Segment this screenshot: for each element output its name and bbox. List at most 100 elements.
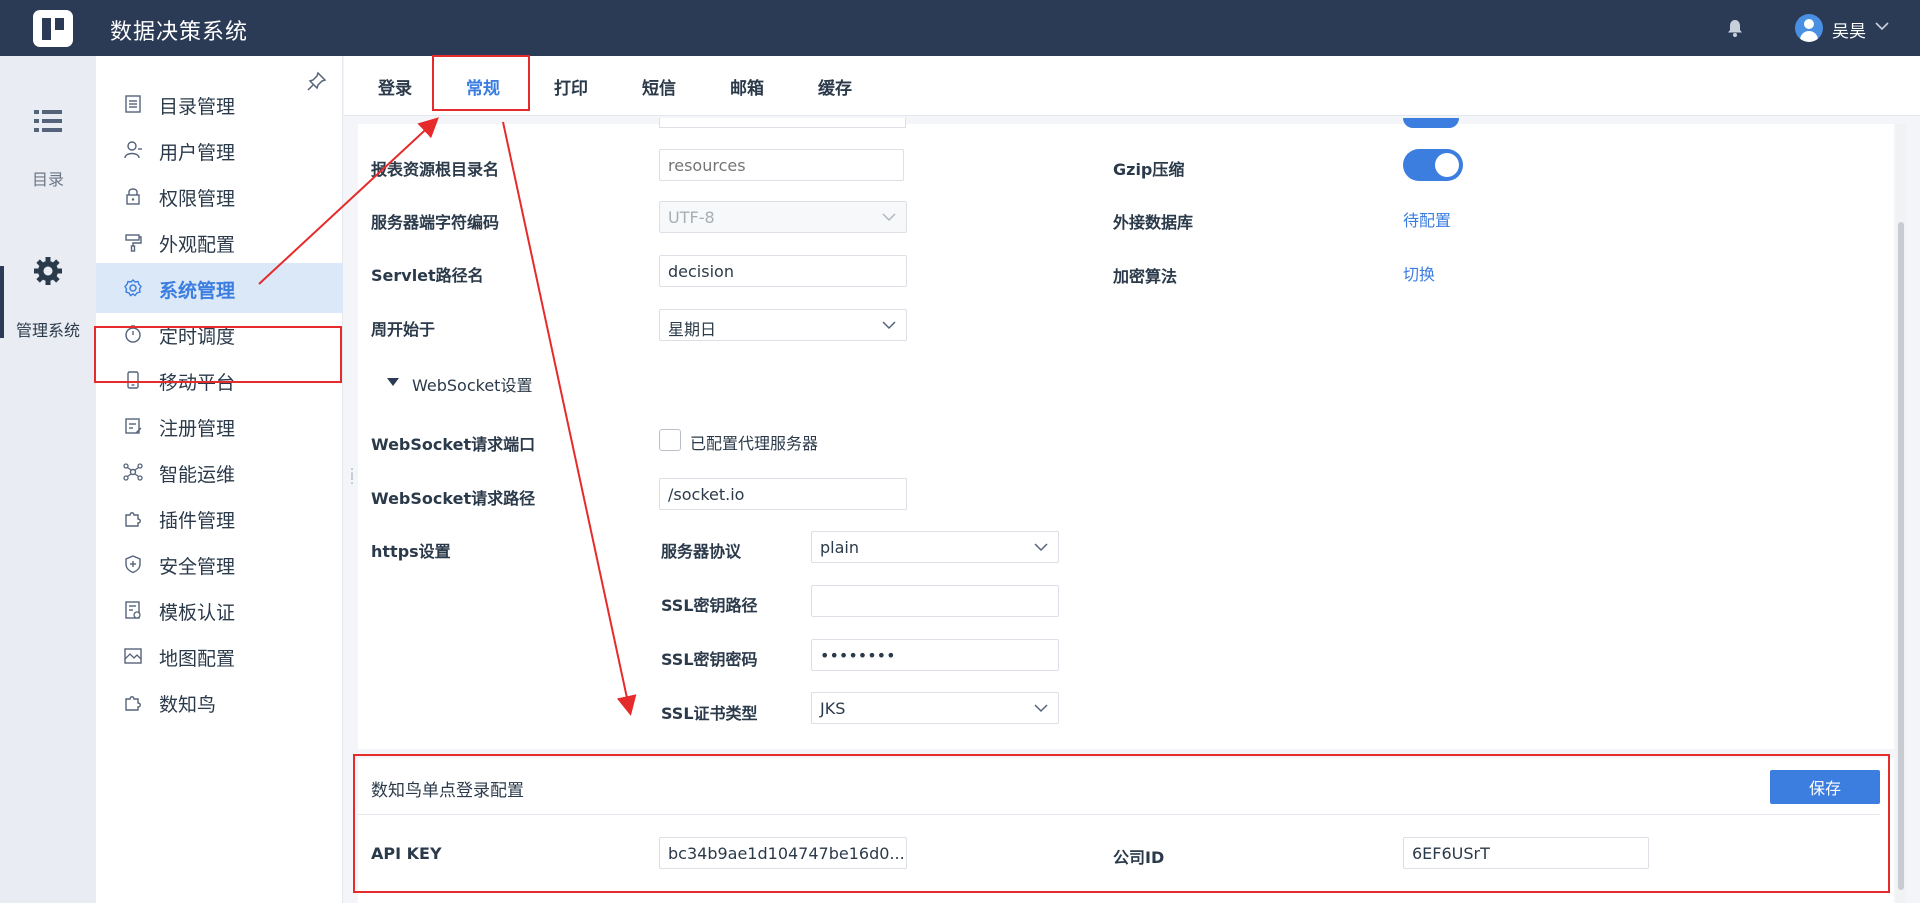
servlet-input[interactable]: decision <box>659 255 907 287</box>
resize-handle[interactable]: ⋮ ⋮ <box>346 467 358 492</box>
sidebar-item[interactable]: 安全管理 <box>96 539 343 589</box>
sidebar-item[interactable]: 插件管理 <box>96 493 343 543</box>
clipped-toggle <box>1403 118 1459 128</box>
highlight-box-sidebar <box>94 326 342 383</box>
ssl-cert-value: JKS <box>820 699 846 718</box>
sidebar-item[interactable]: 权限管理 <box>96 171 343 221</box>
sidebar-item[interactable]: 智能运维 <box>96 447 343 497</box>
map-icon <box>124 648 142 664</box>
sidebar-item-label: 用户管理 <box>159 142 236 164</box>
top-bar: 数据决策系统 吴昊 <box>0 0 1920 56</box>
sidebar-item[interactable]: 用户管理 <box>96 125 343 175</box>
sidebar-item-label: 插件管理 <box>159 510 236 532</box>
sidebar-item[interactable]: 模板认证 <box>96 585 343 635</box>
encrypt-switch-link[interactable]: 切换 <box>1403 261 1435 285</box>
app-title: 数据决策系统 <box>110 20 249 45</box>
tab-cache[interactable]: 缓存 <box>818 74 852 99</box>
sidebar-item-label: 注册管理 <box>159 418 236 440</box>
protocol-label: 服务器协议 <box>661 542 742 561</box>
register-icon <box>125 418 142 434</box>
tab-sms[interactable]: 短信 <box>642 74 676 99</box>
sidebar-item-label: 地图配置 <box>159 648 236 670</box>
gear-icon[interactable] <box>33 256 63 286</box>
proxy-checkbox[interactable] <box>659 429 681 451</box>
user-avatar[interactable] <box>1795 14 1823 42</box>
external-db-label: 外接数据库 <box>1113 213 1194 232</box>
ssl-password-label: SSL密钥密码 <box>661 650 758 669</box>
tab-print[interactable]: 打印 <box>554 74 588 99</box>
tab-login[interactable]: 登录 <box>378 74 412 99</box>
sidebar-item[interactable]: 目录管理 <box>96 79 343 129</box>
ssl-path-label: SSL密钥路径 <box>661 596 758 615</box>
chevron-down-icon <box>1034 704 1048 713</box>
https-label: https设置 <box>371 542 451 561</box>
sidebar-item[interactable]: 数知鸟 <box>96 677 343 727</box>
sidebar-item-label: 外观配置 <box>159 234 236 256</box>
chevron-down-icon <box>882 321 896 330</box>
sidebar-item-label: 系统管理 <box>159 280 236 302</box>
week-start-value: 星期日 <box>668 320 717 339</box>
puzzle-icon <box>125 512 141 527</box>
sidebar-item[interactable]: 地图配置 <box>96 631 343 681</box>
gzip-label: Gzip压缩 <box>1113 160 1185 179</box>
gzip-toggle[interactable] <box>1403 149 1463 181</box>
proxy-checkbox-label[interactable]: 已配置代理服务器 <box>690 430 818 454</box>
rail-catalog-label[interactable]: 目录 <box>0 166 96 190</box>
sidebar-item-label: 数知鸟 <box>159 694 217 716</box>
collapse-triangle-icon[interactable] <box>387 378 399 386</box>
encrypt-label: 加密算法 <box>1113 267 1178 286</box>
sidebar-item-label: 权限管理 <box>159 188 236 210</box>
resources-input[interactable] <box>659 149 904 181</box>
charset-label: 服务器端字符编码 <box>371 213 500 232</box>
week-start-label: 周开始于 <box>371 320 436 339</box>
highlight-box-sso <box>353 754 1890 893</box>
sidebar-item-label: 安全管理 <box>159 556 236 578</box>
resources-label: 报表资源根目录名 <box>371 160 500 179</box>
week-start-select[interactable]: 星期日 <box>659 309 907 341</box>
protocol-value: plain <box>820 538 859 557</box>
chevron-down-icon <box>882 213 896 222</box>
network-icon <box>123 463 143 481</box>
scrollbar-thumb[interactable] <box>1898 222 1904 890</box>
left-rail: 目录 管理系统 <box>0 56 96 903</box>
servlet-label: Servlet路径名 <box>371 266 484 285</box>
charset-select[interactable]: UTF-8 <box>659 201 907 233</box>
chevron-down-icon[interactable] <box>1874 18 1890 34</box>
sidebar-item-label: 模板认证 <box>159 602 236 624</box>
sidebar-item-label: 智能运维 <box>159 464 236 486</box>
shield-icon <box>125 555 141 574</box>
user-icon <box>124 141 142 159</box>
app-logo[interactable] <box>33 10 73 47</box>
sidebar-item[interactable]: 注册管理 <box>96 401 343 451</box>
protocol-select[interactable]: plain <box>811 531 1059 563</box>
tab-mail[interactable]: 邮箱 <box>730 74 764 99</box>
charset-value: UTF-8 <box>668 208 715 227</box>
ssl-path-input[interactable] <box>811 585 1059 617</box>
ssl-password-input[interactable]: •••••••• <box>811 639 1059 671</box>
user-name[interactable]: 吴昊 <box>1832 17 1866 42</box>
bell-icon[interactable] <box>1725 18 1745 38</box>
highlight-box-tab <box>432 55 530 111</box>
sidebar-item[interactable]: 系统管理 <box>96 263 343 313</box>
ws-path-input[interactable]: /socket.io <box>659 478 907 510</box>
catalog-icon <box>125 95 141 113</box>
template-icon <box>125 601 141 619</box>
lock-icon <box>126 188 140 205</box>
puzzle-icon <box>125 696 141 711</box>
clipped-input <box>659 118 906 128</box>
chevron-down-icon <box>1034 543 1048 552</box>
sidebar-item-label: 目录管理 <box>159 96 236 118</box>
gear-icon <box>124 279 142 297</box>
ssl-cert-select[interactable]: JKS <box>811 692 1059 724</box>
sidebar: 目录管理 用户管理 权限管理 外观配置 系统管理 定时调度 移动平台 注册管理 智能运维 插件管理… <box>96 56 343 903</box>
ws-path-label: WebSocket请求路径 <box>371 489 536 508</box>
tab-bar: 登录 常规 打印 短信 邮箱 缓存 <box>344 56 1920 116</box>
websocket-section-toggle[interactable]: WebSocket设置 <box>412 372 532 396</box>
external-db-link[interactable]: 待配置 <box>1403 207 1451 231</box>
list-icon[interactable] <box>34 108 62 134</box>
rail-system-label[interactable]: 管理系统 <box>0 317 96 341</box>
paint-roller-icon <box>125 234 142 252</box>
ws-port-label: WebSocket请求端口 <box>371 435 536 454</box>
ssl-cert-label: SSL证书类型 <box>661 704 758 723</box>
sidebar-item[interactable]: 外观配置 <box>96 217 343 267</box>
